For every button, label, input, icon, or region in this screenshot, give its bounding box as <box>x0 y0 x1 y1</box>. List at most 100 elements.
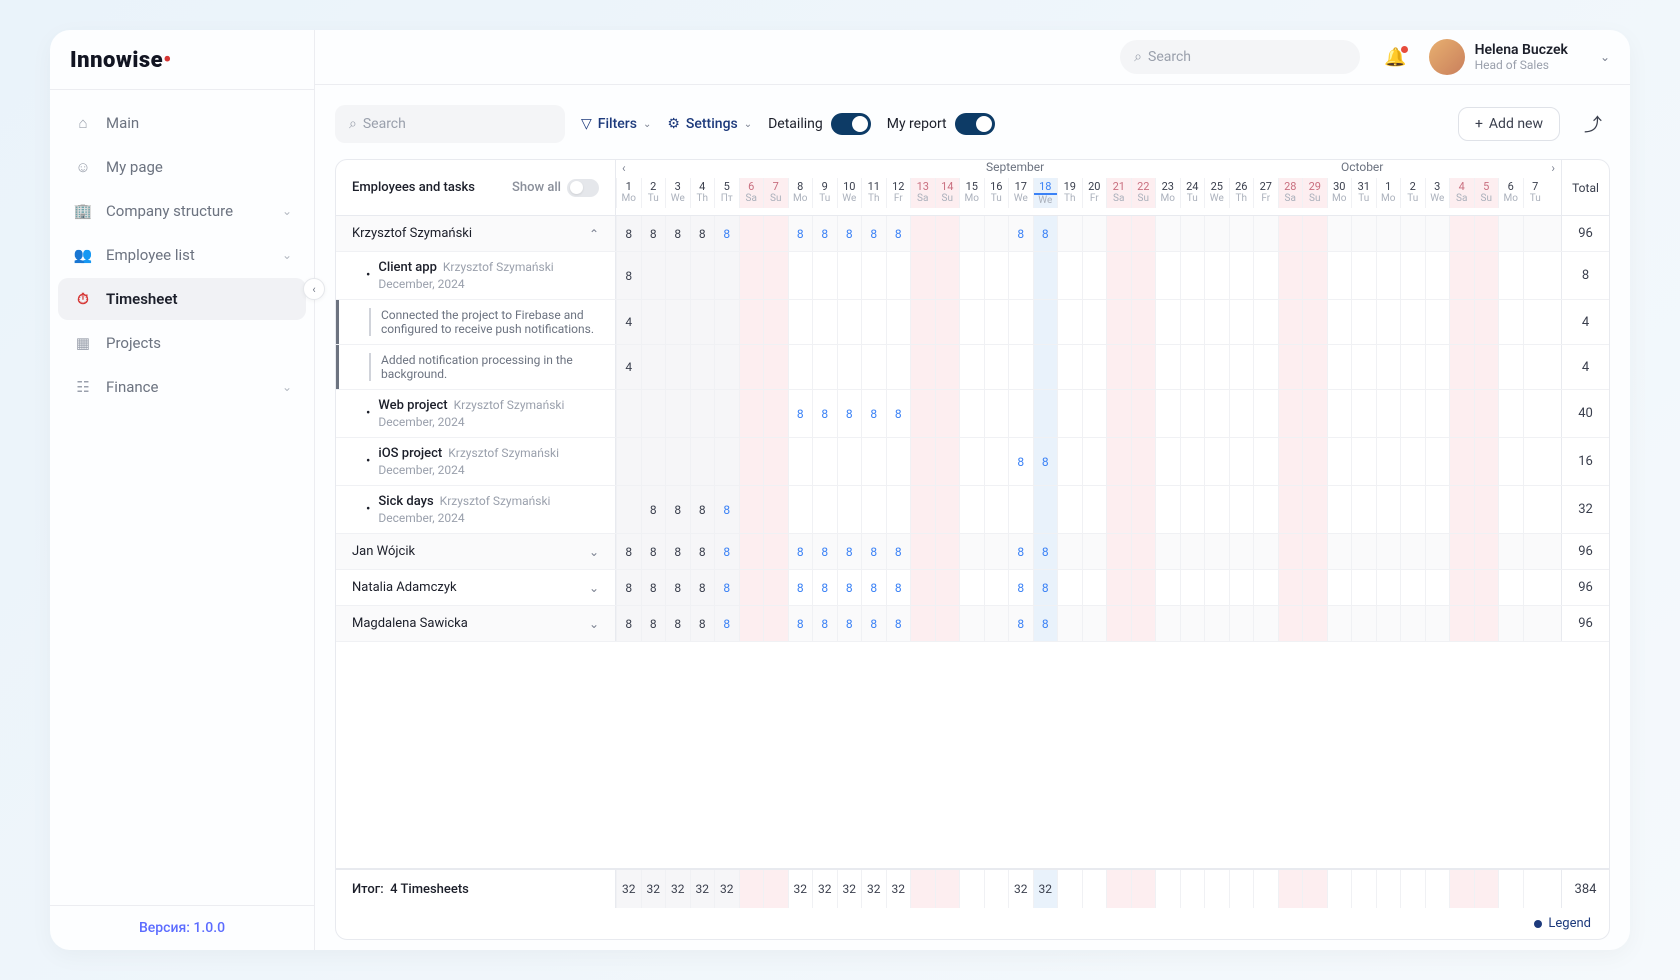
timesheet-cell[interactable] <box>1449 870 1474 908</box>
timesheet-cell[interactable] <box>1131 570 1156 605</box>
export-button[interactable]: ⤴ <box>1576 103 1610 145</box>
timesheet-cell[interactable] <box>1204 486 1229 533</box>
timesheet-cell[interactable]: 8 <box>641 570 666 605</box>
timesheet-cell[interactable] <box>1523 345 1548 389</box>
timesheet-cell[interactable] <box>1474 252 1499 299</box>
timesheet-cell[interactable] <box>984 345 1009 389</box>
timesheet-cell[interactable] <box>910 486 935 533</box>
timesheet-cell[interactable] <box>935 870 960 908</box>
timesheet-cell[interactable] <box>1474 486 1499 533</box>
timesheet-cell[interactable] <box>1327 534 1352 569</box>
timesheet-cell[interactable]: 8 <box>812 216 837 251</box>
timesheet-cell[interactable] <box>1253 534 1278 569</box>
timesheet-cell[interactable]: 8 <box>690 216 715 251</box>
timesheet-cell[interactable] <box>1253 438 1278 485</box>
timesheet-cell[interactable] <box>1278 252 1303 299</box>
timesheet-cell[interactable] <box>788 486 813 533</box>
timesheet-cell[interactable]: 8 <box>1033 438 1058 485</box>
timesheet-cell[interactable] <box>1327 390 1352 437</box>
timesheet-cell[interactable] <box>1155 870 1180 908</box>
timesheet-cell[interactable] <box>1400 486 1425 533</box>
day-header[interactable]: 12Fr <box>886 178 911 208</box>
timesheet-cell[interactable]: 32 <box>812 870 837 908</box>
settings-button[interactable]: ⚙ Settings ⌄ <box>667 116 752 132</box>
timesheet-cell[interactable] <box>1057 570 1082 605</box>
day-header[interactable]: 21Sa <box>1106 178 1131 208</box>
timesheet-cell[interactable] <box>1376 252 1401 299</box>
timesheet-cell[interactable] <box>1180 534 1205 569</box>
timesheet-cell[interactable]: 8 <box>690 570 715 605</box>
timesheet-cell[interactable] <box>763 534 788 569</box>
timesheet-cell[interactable] <box>1474 570 1499 605</box>
timesheet-cell[interactable] <box>959 300 984 344</box>
timesheet-cell[interactable] <box>1278 300 1303 344</box>
timesheet-cell[interactable] <box>886 438 911 485</box>
timesheet-cell[interactable]: 8 <box>837 534 862 569</box>
day-header[interactable]: 31Tu <box>1351 178 1376 208</box>
timesheet-cell[interactable] <box>788 300 813 344</box>
timesheet-cell[interactable] <box>1229 390 1254 437</box>
timesheet-cell[interactable] <box>1131 606 1156 641</box>
timesheet-cell[interactable] <box>739 534 764 569</box>
timesheet-search-input[interactable]: ⌕ Search <box>335 105 565 143</box>
timesheet-cell[interactable] <box>1229 438 1254 485</box>
timesheet-cell[interactable] <box>763 252 788 299</box>
day-header[interactable]: 6Mo <box>1498 178 1523 208</box>
timesheet-cell[interactable] <box>714 252 739 299</box>
timesheet-cell[interactable] <box>1229 300 1254 344</box>
timesheet-cell[interactable] <box>739 438 764 485</box>
timesheet-cell[interactable] <box>665 438 690 485</box>
timesheet-cell[interactable] <box>641 252 666 299</box>
timesheet-cell[interactable]: 8 <box>641 606 666 641</box>
timesheet-cell[interactable] <box>959 486 984 533</box>
timesheet-cell[interactable] <box>739 570 764 605</box>
timesheet-cell[interactable] <box>1400 345 1425 389</box>
timesheet-cell[interactable] <box>1425 606 1450 641</box>
timesheet-cell[interactable]: 8 <box>788 570 813 605</box>
timesheet-cell[interactable]: 8 <box>1033 570 1058 605</box>
timesheet-cell[interactable] <box>1180 300 1205 344</box>
timesheet-cell[interactable] <box>1400 390 1425 437</box>
timesheet-cell[interactable] <box>1204 570 1229 605</box>
timesheet-cell[interactable] <box>1082 486 1107 533</box>
day-header[interactable]: 27Fr <box>1253 178 1278 208</box>
timesheet-cell[interactable]: 8 <box>837 570 862 605</box>
timesheet-cell[interactable] <box>1523 300 1548 344</box>
timesheet-cell[interactable]: 8 <box>886 534 911 569</box>
timesheet-cell[interactable] <box>1523 534 1548 569</box>
timesheet-cell[interactable] <box>1376 390 1401 437</box>
timesheet-cell[interactable] <box>763 345 788 389</box>
day-header[interactable]: 10We <box>837 178 862 208</box>
timesheet-cell[interactable]: 8 <box>1033 534 1058 569</box>
timesheet-cell[interactable] <box>984 300 1009 344</box>
timesheet-cell[interactable] <box>1327 252 1352 299</box>
timesheet-cell[interactable] <box>1229 486 1254 533</box>
add-new-button[interactable]: + Add new <box>1458 107 1560 141</box>
timesheet-cell[interactable] <box>1302 870 1327 908</box>
timesheet-cell[interactable] <box>1327 570 1352 605</box>
timesheet-cell[interactable] <box>910 606 935 641</box>
timesheet-cell[interactable] <box>1327 300 1352 344</box>
timesheet-cell[interactable] <box>1057 390 1082 437</box>
filters-button[interactable]: ▽ Filters ⌄ <box>581 116 651 132</box>
timesheet-cell[interactable] <box>1400 438 1425 485</box>
timesheet-cell[interactable] <box>1131 216 1156 251</box>
day-header[interactable]: 13Sa <box>910 178 935 208</box>
timesheet-cell[interactable]: 8 <box>1033 216 1058 251</box>
timesheet-cell[interactable] <box>1302 252 1327 299</box>
timesheet-cell[interactable] <box>812 486 837 533</box>
day-header[interactable]: 8Mo <box>788 178 813 208</box>
timesheet-cell[interactable] <box>1057 300 1082 344</box>
timesheet-cell[interactable] <box>812 300 837 344</box>
timesheet-cell[interactable]: 8 <box>1008 438 1033 485</box>
timesheet-cell[interactable] <box>1229 606 1254 641</box>
timesheet-cell[interactable] <box>837 345 862 389</box>
timesheet-cell[interactable] <box>1180 486 1205 533</box>
timesheet-cell[interactable] <box>910 300 935 344</box>
day-header[interactable]: 23Mo <box>1155 178 1180 208</box>
timesheet-cell[interactable] <box>984 390 1009 437</box>
timesheet-cell[interactable] <box>1474 534 1499 569</box>
sidebar-item-employee-list[interactable]: 👥Employee list⌄ <box>58 234 306 276</box>
timesheet-cell[interactable] <box>1376 870 1401 908</box>
timesheet-cell[interactable]: 8 <box>788 534 813 569</box>
